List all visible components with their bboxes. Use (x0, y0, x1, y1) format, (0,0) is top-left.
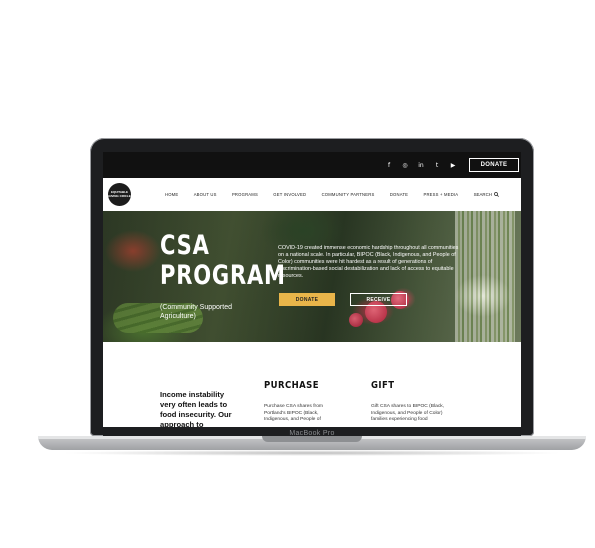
purchase-text: Purchase CSA shares from Portland's BIPO… (264, 404, 323, 423)
hero-title: CSA PROGRAM (160, 231, 286, 291)
top-donate-button[interactable]: DONATE (469, 158, 519, 172)
content-section: Income instability very often leads to f… (103, 342, 521, 427)
linkedin-icon[interactable]: in (415, 159, 427, 171)
hero-description: COVID-19 created immense economic hardsh… (278, 245, 459, 279)
facebook-icon[interactable]: f (383, 159, 395, 171)
nav-item-programs[interactable]: PROGRAMS (232, 192, 258, 197)
nav-item-home[interactable]: HOME (165, 192, 178, 197)
nav-item-about-us[interactable]: ABOUT US (194, 192, 217, 197)
intro-text: Income instability very often leads to f… (160, 390, 232, 427)
hero-title-line: CSA (160, 230, 210, 261)
search-label: SEARCH (473, 192, 492, 197)
nav-item-press-media[interactable]: PRESS + MEDIA (423, 192, 458, 197)
twitter-icon[interactable]: t (431, 159, 443, 171)
nav-links: HOME ABOUT US PROGRAMS GET INVOLVED COMM… (165, 178, 521, 211)
hero-title-line: PROGRAM (160, 260, 286, 291)
laptop-shadow (60, 450, 564, 456)
stage: f ◎ in t ▶ DONATE EQUITABLE GIVING CIRCL… (0, 0, 595, 548)
search-link[interactable]: SEARCH (474, 192, 499, 197)
nav-item-get-involved[interactable]: GET INVOLVED (273, 192, 306, 197)
nav-item-donate[interactable]: DONATE (390, 192, 408, 197)
main-nav: EQUITABLE GIVING CIRCLE HOME ABOUT US PR… (103, 178, 521, 211)
hero-section: CSA PROGRAM (Community Supported Agricul… (103, 211, 521, 342)
top-bar: f ◎ in t ▶ DONATE (103, 152, 521, 178)
gift-heading: GIFT (371, 380, 395, 391)
youtube-icon[interactable]: ▶ (447, 159, 459, 171)
donate-button[interactable]: DONATE (279, 293, 335, 306)
hero-subtitle: (Community Supported Agriculture) (160, 304, 232, 320)
laptop-screen: f ◎ in t ▶ DONATE EQUITABLE GIVING CIRCL… (103, 152, 521, 427)
nav-item-community-partners[interactable]: COMMUNITY PARTNERS (322, 192, 375, 197)
gift-text: Gift CSA shares to BIPOC (Black, Indigen… (371, 404, 445, 423)
instagram-icon[interactable]: ◎ (399, 159, 411, 171)
logo[interactable]: EQUITABLE GIVING CIRCLE (108, 183, 131, 206)
search-icon (494, 192, 499, 197)
device-brand-label: MacBook Pro (289, 430, 335, 437)
receive-button[interactable]: RECEIVE (350, 293, 407, 306)
logo-text: EQUITABLE GIVING CIRCLE (108, 190, 131, 198)
purchase-heading: PURCHASE (264, 380, 319, 391)
